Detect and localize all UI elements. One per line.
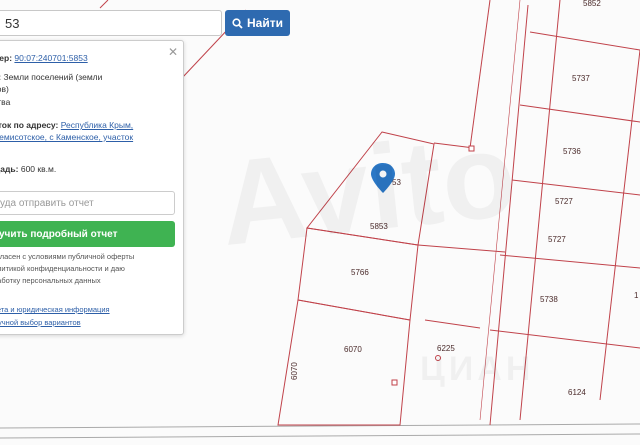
location-pin-icon[interactable] <box>371 163 395 193</box>
parcel-label-5852: 5852 <box>583 0 601 8</box>
parcel-label-6225: 6225 <box>437 344 455 353</box>
category-line3: ства <box>0 97 11 107</box>
search-button-label: Найти <box>247 16 283 30</box>
area-label: щадь: <box>0 164 19 174</box>
parcel-label-5737: 5737 <box>572 74 590 83</box>
parcel-label-5766: 5766 <box>351 268 369 277</box>
address-label: сток по адресу: <box>0 120 59 130</box>
area-value: 600 кв.м. <box>20 164 57 174</box>
cadastral-label: мер: <box>0 53 13 63</box>
search-input[interactable]: 53 <box>0 10 222 36</box>
consent-line2: олитикой конфиденциальности и даю <box>0 264 125 273</box>
category-line1: Земли поселений (земли <box>3 72 103 82</box>
search-button[interactable]: Найти <box>225 10 290 36</box>
consent-line3: работку персональных данных <box>0 276 101 285</box>
address-link-line1[interactable]: Республика Крым, <box>61 120 133 130</box>
cadastral-number-link[interactable]: 90:07:240701:5853 <box>14 53 87 63</box>
parcel-label-6124: 6124 <box>568 388 586 397</box>
parcel-label-5727-2: 5727 <box>548 235 566 244</box>
parcel-label-5853: 5853 <box>370 222 388 231</box>
parcel-info-panel: ✕ мер: 90:07:240701:5853 ь: Земли поселе… <box>0 40 184 335</box>
consent-line1: огласен с условиями публичной оферты <box>0 252 135 261</box>
legal-info-link[interactable]: чета и юридическая информация <box>0 305 110 314</box>
close-icon[interactable]: ✕ <box>168 45 178 59</box>
parcel-label-5738: 5738 <box>540 295 558 304</box>
search-icon <box>232 17 243 29</box>
report-email-input[interactable]: уда отправить отчет <box>0 191 175 215</box>
get-report-button[interactable]: учить подробный отчет <box>0 221 175 247</box>
manual-choice-link[interactable]: Ручной выбор вариантов <box>0 318 81 327</box>
parcel-label-5736: 5736 <box>563 147 581 156</box>
parcel-label-6070-vertical: 6070 <box>290 362 299 380</box>
parcel-label-5727: 5727 <box>555 197 573 206</box>
category-line2: тов) <box>0 84 9 94</box>
address-link-line2[interactable]: Семисотское, с Каменское, участок <box>0 132 133 142</box>
parcel-label-1: 1 <box>634 291 639 300</box>
category-label: ь: <box>0 72 1 82</box>
parcel-label-6070: 6070 <box>344 345 362 354</box>
